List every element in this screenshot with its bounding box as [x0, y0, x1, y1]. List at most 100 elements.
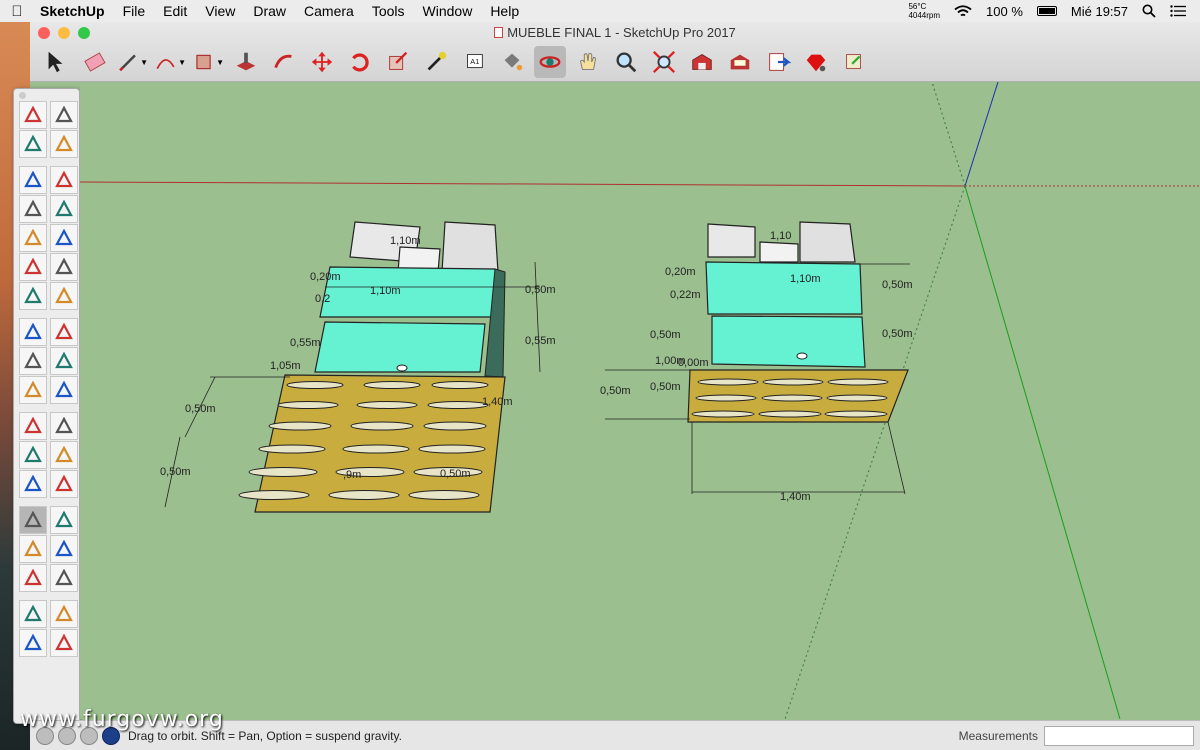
palette-orbit-button[interactable]: [19, 506, 47, 534]
left-dimension-label[interactable]: 0,50m: [185, 403, 216, 415]
palette-3d-text-button[interactable]: [50, 470, 78, 498]
menu-sketchup[interactable]: SketchUp: [34, 3, 114, 19]
model-viewport[interactable]: 1,10m 0,20m 0,2 1,10m 0,50m 0,55m 0,55m 1,05m 0,…: [80, 82, 1200, 719]
right-dimension-label[interactable]: 0,50m: [600, 385, 631, 397]
palette-look-around-button[interactable]: [19, 629, 47, 657]
notification-center-icon[interactable]: [1170, 5, 1186, 17]
palette-text-button[interactable]: [50, 441, 78, 469]
palette-offset-button[interactable]: [50, 376, 78, 404]
left-dimension-label[interactable]: 0,55m: [290, 337, 321, 349]
offset-tool-button[interactable]: [268, 46, 300, 78]
dropdown-arrow-icon[interactable]: ▼: [140, 58, 148, 67]
left-dimension-label[interactable]: 0,2: [315, 293, 330, 305]
apple-icon[interactable]: : [0, 3, 34, 20]
arc-tool-button[interactable]: ▼: [154, 46, 186, 78]
menu-edit[interactable]: Edit: [154, 3, 196, 19]
right-dimension-label[interactable]: 0,00m: [678, 357, 709, 369]
right-dimension-label[interactable]: 0,50m: [882, 328, 913, 340]
palette-three-point-arc-button[interactable]: [19, 282, 47, 310]
palette-line-button[interactable]: [19, 166, 47, 194]
left-dimension-label[interactable]: 1,40m: [482, 396, 513, 408]
palette-rotated-rectangle-button[interactable]: [50, 195, 78, 223]
palette-rectangle-button[interactable]: [19, 195, 47, 223]
right-dimension-label[interactable]: 1,10m: [790, 273, 821, 285]
send-to-layout-tool-button[interactable]: [762, 46, 794, 78]
palette-zoom-button[interactable]: [19, 535, 47, 563]
wifi-icon[interactable]: [954, 4, 972, 18]
extension-warehouse-tool-button[interactable]: [724, 46, 756, 78]
palette-pie-button[interactable]: [50, 282, 78, 310]
left-dimension-label[interactable]: 1,10m: [390, 235, 421, 247]
warehouse-tool-button[interactable]: [686, 46, 718, 78]
palette-tape-button[interactable]: [19, 412, 47, 440]
palette-scale-button[interactable]: [19, 376, 47, 404]
menu-camera[interactable]: Camera: [295, 3, 363, 19]
palette-zoom-window-button[interactable]: [50, 535, 78, 563]
menu-file[interactable]: File: [114, 3, 155, 19]
measurements-input[interactable]: [1044, 725, 1194, 746]
left-dimension-label[interactable]: 0,50m: [525, 284, 556, 296]
palette-select-button[interactable]: [19, 101, 47, 129]
extension-manager-tool-button[interactable]: [800, 46, 832, 78]
palette-position-camera-button[interactable]: [19, 600, 47, 628]
palette-zoom-extents-button[interactable]: [19, 564, 47, 592]
select-tool-button[interactable]: [40, 46, 72, 78]
menu-view[interactable]: View: [196, 3, 244, 19]
palette-paint-bucket-button[interactable]: [19, 130, 47, 158]
move-tool-button[interactable]: [306, 46, 338, 78]
share-model-tool-button[interactable]: [838, 46, 870, 78]
rotate-tool-button[interactable]: [344, 46, 376, 78]
menu-clock[interactable]: Mié 19:57: [1071, 4, 1128, 19]
right-dimension-label[interactable]: 0,50m: [650, 381, 681, 393]
palette-push-pull-button[interactable]: [50, 318, 78, 346]
palette-move-button[interactable]: [19, 318, 47, 346]
palette-two-point-arc-button[interactable]: [50, 253, 78, 281]
palette-circle-button[interactable]: [19, 224, 47, 252]
right-dimension-label[interactable]: 1,40m: [780, 491, 811, 503]
menu-help[interactable]: Help: [481, 3, 528, 19]
right-dimension-label[interactable]: 0,22m: [670, 289, 701, 301]
palette-arc-button[interactable]: [19, 253, 47, 281]
tape-measure-tool-button[interactable]: [420, 46, 452, 78]
palette-header[interactable]: [14, 89, 79, 101]
orbit-tool-button[interactable]: [534, 46, 566, 78]
menu-tools[interactable]: Tools: [363, 3, 414, 19]
left-dimension-label[interactable]: 0,55m: [525, 335, 556, 347]
right-dimension-label[interactable]: 1,10: [770, 230, 791, 242]
left-dimension-label[interactable]: 1,05m: [270, 360, 301, 372]
zoom-extents-tool-button[interactable]: [648, 46, 680, 78]
push-pull-tool-button[interactable]: [230, 46, 262, 78]
palette-eraser-button[interactable]: [50, 130, 78, 158]
temperature-widget[interactable]: 56°C 4044rpm: [908, 2, 940, 20]
pan-tool-button[interactable]: [572, 46, 604, 78]
battery-icon[interactable]: [1036, 6, 1057, 16]
palette-walk-button[interactable]: [50, 600, 78, 628]
palette-follow-me-button[interactable]: [50, 347, 78, 375]
palette-previous-view-button[interactable]: [50, 564, 78, 592]
palette-freehand-button[interactable]: [50, 166, 78, 194]
right-dimension-label[interactable]: 0,50m: [650, 329, 681, 341]
dropdown-arrow-icon[interactable]: ▼: [178, 58, 186, 67]
palette-pan-button[interactable]: [50, 506, 78, 534]
line-tool-button[interactable]: ▼: [116, 46, 148, 78]
zoom-tool-button[interactable]: [610, 46, 642, 78]
palette-close-button[interactable]: [19, 92, 26, 99]
shape-tool-button[interactable]: ▼: [192, 46, 224, 78]
scale-tool-button[interactable]: [382, 46, 414, 78]
palette-component-button[interactable]: [50, 101, 78, 129]
menu-draw[interactable]: Draw: [244, 3, 295, 19]
palette-protractor-button[interactable]: [19, 441, 47, 469]
palette-polygon-button[interactable]: [50, 224, 78, 252]
left-dimension-label[interactable]: 0,20m: [310, 271, 341, 283]
dropdown-arrow-icon[interactable]: ▼: [216, 58, 224, 67]
palette-dimension-button[interactable]: [50, 412, 78, 440]
spotlight-search-icon[interactable]: [1142, 4, 1156, 18]
right-dimension-label[interactable]: 0,20m: [665, 266, 696, 278]
scene-canvas[interactable]: 1,10m 0,20m 0,2 1,10m 0,50m 0,55m 0,55m 1,05m 0,…: [80, 82, 1200, 719]
menu-window[interactable]: Window: [414, 3, 482, 19]
palette-section-plane-button[interactable]: [50, 629, 78, 657]
left-dimension-label[interactable]: ,9m: [343, 469, 361, 481]
right-dimension-label[interactable]: 0,50m: [882, 279, 913, 291]
palette-rotate-button[interactable]: [19, 347, 47, 375]
palette-axes-button[interactable]: [19, 470, 47, 498]
